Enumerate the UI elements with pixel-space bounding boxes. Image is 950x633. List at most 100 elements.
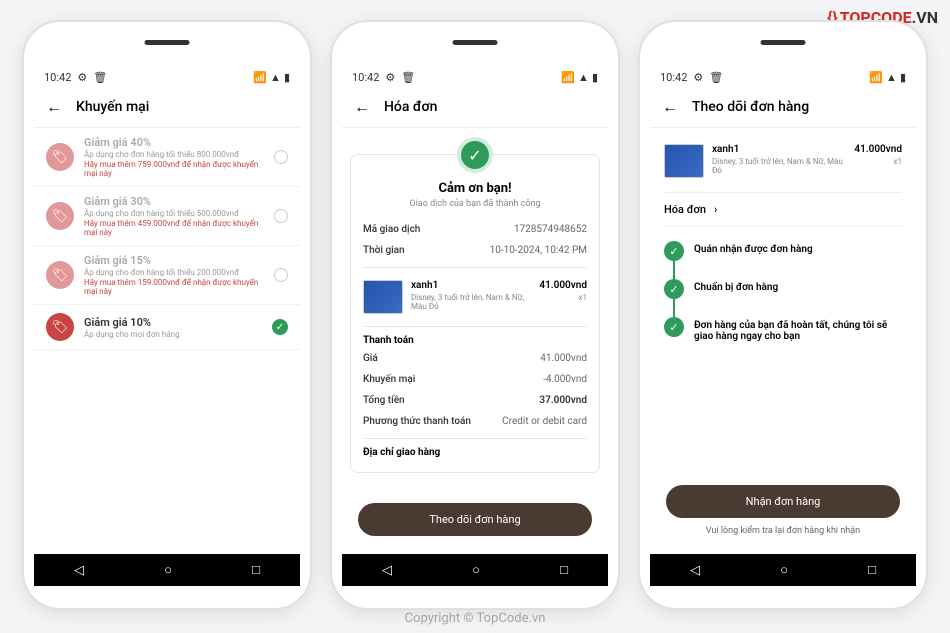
product-image [664,144,704,178]
status-time: 10:42 [660,71,687,84]
status-bar: 10:42 ⚙ 🗑 📶 ▲ ▮ [34,67,300,87]
phone-invoice: 10:42 ⚙ 🗑 📶 ▲ ▮ ← Hóa đơn ✓ Cảm ơn bạn! … [330,20,620,610]
radio-unchecked[interactable] [274,268,288,282]
watermark-bottom: Copyright © TopCode.vn [405,611,546,626]
promo-item[interactable]: 🏷 Giảm giá 10% Áp dụng cho mọi đơn hàng … [34,305,300,350]
promo-warn: Hãy mua thêm 459.000vnđ để nhận được khu… [84,219,264,237]
method-value: Credit or debit card [502,416,587,427]
time-label: Thời gian [363,245,405,256]
product-image [363,280,403,314]
invoice-card: ✓ Cảm ơn bạn! Giao dịch của bạn đã thành… [350,154,600,473]
promo-warn: Hãy mua thêm 759.000vnđ để nhận được khu… [84,160,264,178]
app-header: ← Theo dõi đơn hàng [650,87,916,128]
battery-icon: ▮ [592,71,598,84]
step-check-icon: ✓ [664,317,684,337]
battery-icon: ▮ [900,71,906,84]
tag-icon: 🏷 [46,313,74,341]
step-label: Chuẩn bị đơn hàng [694,279,902,293]
android-nav-bar: ◁ ○ □ [342,554,608,586]
step-check-icon: ✓ [664,279,684,299]
promo-title: Giảm giá 30% [84,195,264,208]
product-name: xanh1 [411,280,531,291]
gear-icon: ⚙ [385,71,395,84]
promo-title: Giảm giá 15% [84,254,264,267]
price-value: 41.000vnd [540,353,587,364]
nav-recent-icon[interactable]: □ [560,562,568,578]
nav-home-icon[interactable]: ○ [472,562,480,578]
payment-header: Thanh toán [363,335,587,346]
product-price: 41.000vnd [539,280,587,291]
total-label: Tổng tiền [363,395,405,406]
phone-speaker [453,40,498,45]
nav-back-icon[interactable]: ◁ [690,563,700,578]
timeline-step: ✓ Đơn hàng của bạn đã hoàn tất, chúng tô… [664,317,902,342]
tag-icon: 🏷 [46,202,74,230]
method-label: Phương thức thanh toán [363,416,471,427]
radio-unchecked[interactable] [274,209,288,223]
promo-warn: Hãy mua thêm 159.000vnđ để nhận được khu… [84,278,264,296]
step-label: Quán nhận được đơn hàng [694,241,902,255]
nav-home-icon[interactable]: ○ [780,562,788,578]
nav-recent-icon[interactable]: □ [252,562,260,578]
product-row: xanh1 Disney, 3 tuổi trở lên, Nam & Nữ, … [664,138,902,184]
wifi-icon: 📶 [253,71,267,84]
phone-promotions: 10:42 ⚙ 🗑 📶 ▲ ▮ ← Khuyến mại 🏷 Giảm giá … [22,20,312,610]
product-name: xanh1 [712,144,846,155]
promo-desc: Áp dụng cho đơn hàng tối thiểu 500.000vn… [84,209,264,218]
check-icon[interactable]: ✓ [272,319,288,335]
receive-note: Vui lòng kiểm tra lại đơn hàng khi nhận [650,526,916,536]
timeline-step: ✓ Chuẩn bị đơn hàng [664,279,902,299]
battery-icon: ▮ [284,71,290,84]
status-time: 10:42 [352,71,379,84]
promo-desc: Áp dụng cho đơn hàng tối thiểu 800.000vn… [84,150,264,159]
promo-desc: Áp dụng cho mọi đơn hàng [84,330,262,339]
status-bar: 10:42 ⚙ 🗑 📶 ▲ ▮ [650,67,916,87]
trash-icon: 🗑 [93,71,107,84]
product-desc: Disney, 3 tuổi trở lên, Nam & Nữ, Màu Đỏ [712,157,846,175]
txn-id-label: Mã giao dịch [363,224,420,235]
invoice-subtitle: Giao dịch của bạn đã thành công [363,199,587,209]
page-title: Hóa đơn [384,99,437,115]
nav-back-icon[interactable]: ◁ [382,563,392,578]
app-header: ← Khuyến mại [34,87,300,128]
radio-unchecked[interactable] [274,150,288,164]
back-arrow-icon[interactable]: ← [662,97,678,117]
phone-tracking: 10:42 ⚙ 🗑 📶 ▲ ▮ ← Theo dõi đơn hàng xanh… [638,20,928,610]
android-nav-bar: ◁ ○ □ [650,554,916,586]
promo-value: -4.000vnd [543,374,587,385]
order-timeline: ✓ Quán nhận được đơn hàng ✓ Chuẩn bị đơn… [664,241,902,342]
nav-back-icon[interactable]: ◁ [74,563,84,578]
promo-item[interactable]: 🏷 Giảm giá 15% Áp dụng cho đơn hàng tối … [34,246,300,305]
nav-recent-icon[interactable]: □ [868,562,876,578]
receive-order-button[interactable]: Nhận đơn hàng [666,485,900,518]
signal-icon: ▲ [578,71,589,84]
timeline-step: ✓ Quán nhận được đơn hàng [664,241,902,261]
signal-icon: ▲ [886,71,897,84]
promo-item[interactable]: 🏷 Giảm giá 30% Áp dụng cho đơn hàng tối … [34,187,300,246]
tag-icon: 🏷 [46,143,74,171]
trash-icon: 🗑 [401,71,415,84]
wifi-icon: 📶 [561,71,575,84]
status-bar: 10:42 ⚙ 🗑 📶 ▲ ▮ [342,67,608,87]
promo-title: Giảm giá 40% [84,136,264,149]
step-label: Đơn hàng của bạn đã hoàn tất, chúng tôi … [694,317,902,342]
tag-icon: 🏷 [46,261,74,289]
promo-item[interactable]: 🏷 Giảm giá 40% Áp dụng cho đơn hàng tối … [34,128,300,187]
invoice-thanks: Cảm ơn bạn! [363,181,587,196]
total-value: 37.000vnd [539,395,587,406]
txn-id-value: 1728574948652 [514,224,587,235]
gear-icon: ⚙ [693,71,703,84]
back-arrow-icon[interactable]: ← [46,97,62,117]
track-order-button[interactable]: Theo dõi đơn hàng [358,503,592,536]
phone-speaker [145,40,190,45]
nav-home-icon[interactable]: ○ [164,562,172,578]
app-header: ← Hóa đơn [342,87,608,128]
success-check-icon: ✓ [457,137,493,173]
promo-title: Giảm giá 10% [84,316,262,329]
product-desc: Disney, 3 tuổi trở lên, Nam & Nữ, Màu Đỏ [411,293,531,311]
invoice-link[interactable]: Hóa đơn › [664,192,902,227]
promo-desc: Áp dụng cho đơn hàng tối thiểu 200.000vn… [84,268,264,277]
page-title: Khuyến mại [76,99,149,115]
promo-list: 🏷 Giảm giá 40% Áp dụng cho đơn hàng tối … [34,128,300,544]
back-arrow-icon[interactable]: ← [354,97,370,117]
